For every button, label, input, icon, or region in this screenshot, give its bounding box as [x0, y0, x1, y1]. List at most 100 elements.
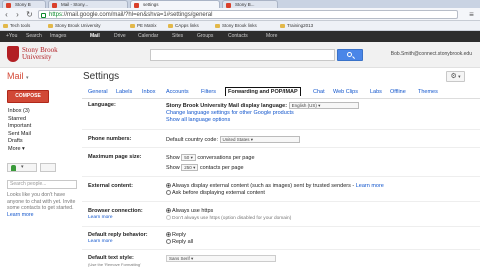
setting-phone: Phone numbers: Default country code: Uni…: [82, 131, 480, 148]
reload-icon[interactable]: ↻: [25, 10, 34, 19]
setting-label: Language:: [88, 102, 116, 108]
title-row: Mail ▾ Settings ⚙ ▾: [0, 68, 480, 86]
sidebar-item-inbox[interactable]: Inbox (3): [8, 108, 31, 116]
gbar-item-contacts[interactable]: Contacts: [228, 31, 248, 42]
sidebar-item-drafts[interactable]: Drafts: [8, 138, 31, 146]
tab-forwarding-pop-imap[interactable]: Forwarding and POP/IMAP: [225, 87, 301, 96]
setting-text-style: Default text style: (Use the 'Remove For…: [82, 251, 480, 270]
font-select[interactable]: Sans Serif ▾: [166, 255, 276, 262]
search-button[interactable]: [337, 49, 363, 61]
external-ask-radio[interactable]: [166, 190, 171, 196]
compose-button[interactable]: COMPOSE: [7, 90, 49, 103]
sidebar-item-starred[interactable]: Starred: [8, 116, 31, 124]
external-learn-more-link[interactable]: Learn more: [356, 183, 384, 189]
address-bar: ‹ › ↻ https://mail.google.com/mail/?hl=e…: [0, 8, 480, 21]
bookmark-item[interactable]: PE Matrix: [130, 22, 157, 30]
text-style-hint: (Use the 'Remove Formatting': [88, 262, 141, 267]
chat-empty-note: Looks like you don't have anyone to chat…: [7, 192, 79, 218]
tab-themes[interactable]: Themes: [418, 88, 438, 97]
setting-value: Stony Brook University Mail display lang…: [166, 102, 359, 124]
mail-search-input[interactable]: [150, 49, 335, 61]
setting-value: Default country code: United States ▾: [166, 136, 300, 144]
browser-tab-3[interactable]: settings: [130, 0, 220, 8]
reply-all-radio[interactable]: [166, 239, 171, 245]
folder-icon: [3, 24, 8, 28]
favicon-icon: [134, 2, 139, 8]
gbar-item-images[interactable]: Images: [50, 31, 66, 42]
back-icon[interactable]: ‹: [2, 10, 11, 19]
setting-label: Default reply behavior:: [88, 232, 148, 238]
tab-accounts[interactable]: Accounts: [166, 88, 189, 97]
bookmark-item[interactable]: Stony Brook links: [215, 22, 257, 30]
account-email[interactable]: Bob.Smith@connect.stonybrook.edu: [391, 51, 472, 57]
setting-reply-behavior: Default reply behavior: Learn more Reply…: [82, 228, 480, 250]
setting-page-size: Maximum page size: Show 50 ▾ conversatio…: [82, 149, 480, 177]
chevron-down-icon: ▾: [26, 75, 29, 81]
tab-general[interactable]: General: [88, 88, 108, 97]
browser-tab-strip: Stony B Mail - Stony... settings Stony B…: [0, 0, 480, 8]
settings-tabs: General Labels Inbox Accounts Filters Fo…: [82, 86, 480, 99]
sidebar-item-more[interactable]: More ▾: [8, 146, 31, 154]
gbar-item-mail[interactable]: Mail: [90, 31, 100, 42]
university-logo-text[interactable]: Stony Brook University: [22, 47, 58, 61]
tab-chat[interactable]: Chat: [313, 88, 325, 97]
mail-header: Stony Brook University Bob.Smith@connect…: [0, 42, 480, 68]
tab-label: Stony B: [15, 2, 31, 7]
browser-menu-icon[interactable]: ≡: [467, 10, 476, 19]
search-people-input[interactable]: Search people...: [7, 180, 77, 189]
bookmark-item[interactable]: Tech tools: [3, 22, 30, 30]
gbar-item-more[interactable]: More: [266, 31, 277, 42]
browser-tab-1[interactable]: Stony B: [2, 0, 46, 8]
favicon-icon: [52, 2, 57, 8]
browser-tab-2[interactable]: Mail - Stony...: [48, 0, 128, 8]
gbar-item-drive[interactable]: Drive: [114, 31, 126, 42]
conversations-per-page-select[interactable]: 50 ▾: [181, 154, 196, 161]
tab-labs[interactable]: Labs: [370, 88, 382, 97]
setting-language: Language: Stony Brook University Mail di…: [82, 100, 480, 130]
reply-radio[interactable]: [166, 232, 171, 238]
gbar-item-search[interactable]: Search: [26, 31, 42, 42]
mail-dropdown[interactable]: Mail ▾: [7, 71, 29, 81]
browser-tab-4[interactable]: Stony B...: [222, 0, 278, 8]
contacts-per-page-select[interactable]: 250 ▾: [181, 163, 199, 171]
gbar-item-groups[interactable]: Groups: [197, 31, 213, 42]
setting-value: Show 50 ▾ conversations per page Show 25…: [166, 154, 255, 171]
tab-web-clips[interactable]: Web Clips: [333, 88, 358, 97]
tab-offline[interactable]: Offline: [390, 88, 406, 97]
bookmark-item[interactable]: Stony Brook University: [48, 22, 101, 30]
gbar-item-you[interactable]: +You: [6, 31, 17, 42]
change-language-link[interactable]: Change language settings for other Googl…: [166, 110, 359, 117]
https-always-radio[interactable]: [166, 208, 171, 214]
gbar-item-calendar[interactable]: Calendar: [138, 31, 158, 42]
url-input[interactable]: https://mail.google.com/mail/?hl=en&shva…: [38, 10, 458, 19]
chat-options-button[interactable]: [40, 163, 56, 172]
folder-icon: [280, 24, 285, 28]
url-text: ://mail.google.com/mail/?hl=en&shva=1#se…: [62, 12, 213, 18]
tab-inbox[interactable]: Inbox: [142, 88, 155, 97]
chat-status-button[interactable]: ▾: [7, 163, 37, 172]
sidebar-item-important[interactable]: Important: [8, 123, 31, 131]
setting-label: Default text style:: [88, 255, 134, 261]
gbar-item-sites[interactable]: Sites: [172, 31, 183, 42]
tab-filters[interactable]: Filters: [201, 88, 216, 97]
sidebar-item-sent[interactable]: Sent Mail: [8, 131, 31, 139]
setting-label: External content:: [88, 183, 133, 189]
bookmark-item[interactable]: Training2013: [280, 22, 313, 30]
setting-value: Reply Reply all: [166, 232, 193, 246]
forward-icon[interactable]: ›: [13, 10, 22, 19]
reply-learn-more-link[interactable]: Learn more: [88, 239, 113, 244]
browser-learn-more-link[interactable]: Learn more: [88, 215, 113, 220]
folder-icon: [48, 24, 53, 28]
setting-label: Browser connection:: [88, 208, 143, 214]
university-logo-icon: [7, 46, 19, 62]
external-always-radio[interactable]: [166, 183, 171, 189]
bookmark-item[interactable]: CApps links: [168, 22, 199, 30]
url-scheme: https: [49, 12, 63, 18]
language-select[interactable]: English (US) ▾: [288, 102, 359, 109]
settings-gear-button[interactable]: ⚙ ▾: [446, 71, 465, 82]
tab-label: Stony B...: [235, 2, 255, 7]
learn-more-link[interactable]: Learn more: [7, 212, 79, 219]
tab-labels[interactable]: Labels: [116, 88, 132, 97]
country-code-select[interactable]: United States ▾: [219, 136, 300, 143]
show-all-languages-link[interactable]: Show all language options: [166, 117, 359, 124]
